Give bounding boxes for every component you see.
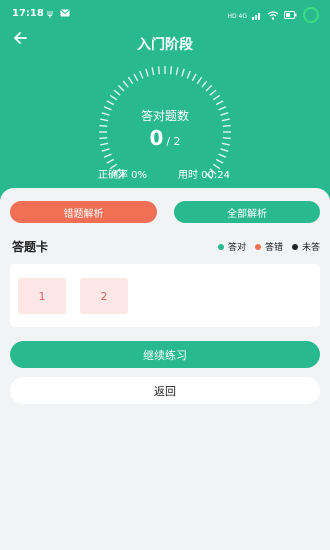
dial-tick	[127, 76, 134, 85]
dial-tick	[186, 70, 191, 79]
answer-card-title: 答题卡	[12, 240, 49, 254]
usb-icon: ψ	[47, 9, 53, 19]
dial-tick	[205, 84, 213, 92]
wifi-icon	[267, 10, 279, 23]
wrong-dot-icon	[254, 243, 261, 250]
dial-tick	[215, 100, 224, 106]
time-stat: 用时 00:24	[178, 170, 230, 181]
dial-tick	[196, 76, 203, 85]
dial-tick	[218, 153, 227, 158]
question-item-2[interactable]: 2	[80, 278, 128, 314]
dial-tick	[117, 84, 125, 92]
dial-value: 0/ 2	[0, 126, 330, 150]
dial-tick	[113, 89, 121, 96]
correct-dot-icon	[217, 243, 224, 250]
dial-tick	[122, 80, 129, 88]
status-ring-icon	[302, 6, 320, 27]
page-title: 入门阶段	[137, 37, 193, 53]
correct-count: 0	[149, 126, 164, 150]
legend-wrong-label: 答错	[264, 243, 283, 253]
dial-tick	[145, 68, 149, 77]
continue-practice-button[interactable]: 继续练习	[10, 341, 320, 368]
dial-tick	[215, 158, 224, 164]
legend-wrong: 答错	[254, 240, 283, 253]
legend-correct: 答对	[217, 240, 246, 253]
dial-tick	[157, 66, 161, 75]
question-item-1[interactable]: 1	[18, 278, 66, 314]
nav-bar: 入门阶段	[0, 28, 330, 56]
total-count: / 2	[166, 135, 181, 148]
legend-unanswered: 未答	[291, 240, 320, 253]
return-button[interactable]: 返回	[10, 377, 320, 404]
dial-tick	[201, 80, 208, 88]
dial-tick	[175, 67, 179, 76]
wrong-analysis-button[interactable]: 错题解析	[10, 201, 157, 223]
dial-tick	[191, 73, 197, 82]
status-bar: 17:18 ψ HD 4G	[0, 0, 330, 26]
dial-tick	[106, 158, 115, 164]
dial-tick	[212, 94, 221, 101]
dial-tick	[103, 153, 112, 158]
dial-tick	[169, 66, 173, 75]
question-grid: 1 2	[10, 264, 320, 327]
dial-tick	[209, 89, 217, 96]
all-analysis-button[interactable]: 全部解析	[174, 201, 320, 223]
status-time: 17:18	[12, 8, 44, 19]
legend-unanswered-label: 未答	[301, 243, 320, 253]
dial-tick	[139, 70, 144, 79]
dial-label: 答对题数	[140, 109, 189, 123]
unanswered-dot-icon	[291, 243, 298, 250]
battery-icon	[284, 11, 297, 22]
accuracy-stat: 正确率 0%	[98, 170, 148, 181]
answer-legend: 答对 答错 未答	[217, 240, 320, 253]
dial-tick	[133, 73, 139, 82]
notification-icon	[60, 9, 70, 20]
dial-tick	[106, 100, 115, 106]
legend-correct-label: 答对	[227, 243, 246, 253]
signal-icon	[252, 11, 262, 23]
network-label: HD 4G	[227, 12, 247, 20]
dial-tick	[181, 68, 185, 77]
dial-tick	[109, 94, 118, 101]
dial-tick	[151, 67, 155, 76]
